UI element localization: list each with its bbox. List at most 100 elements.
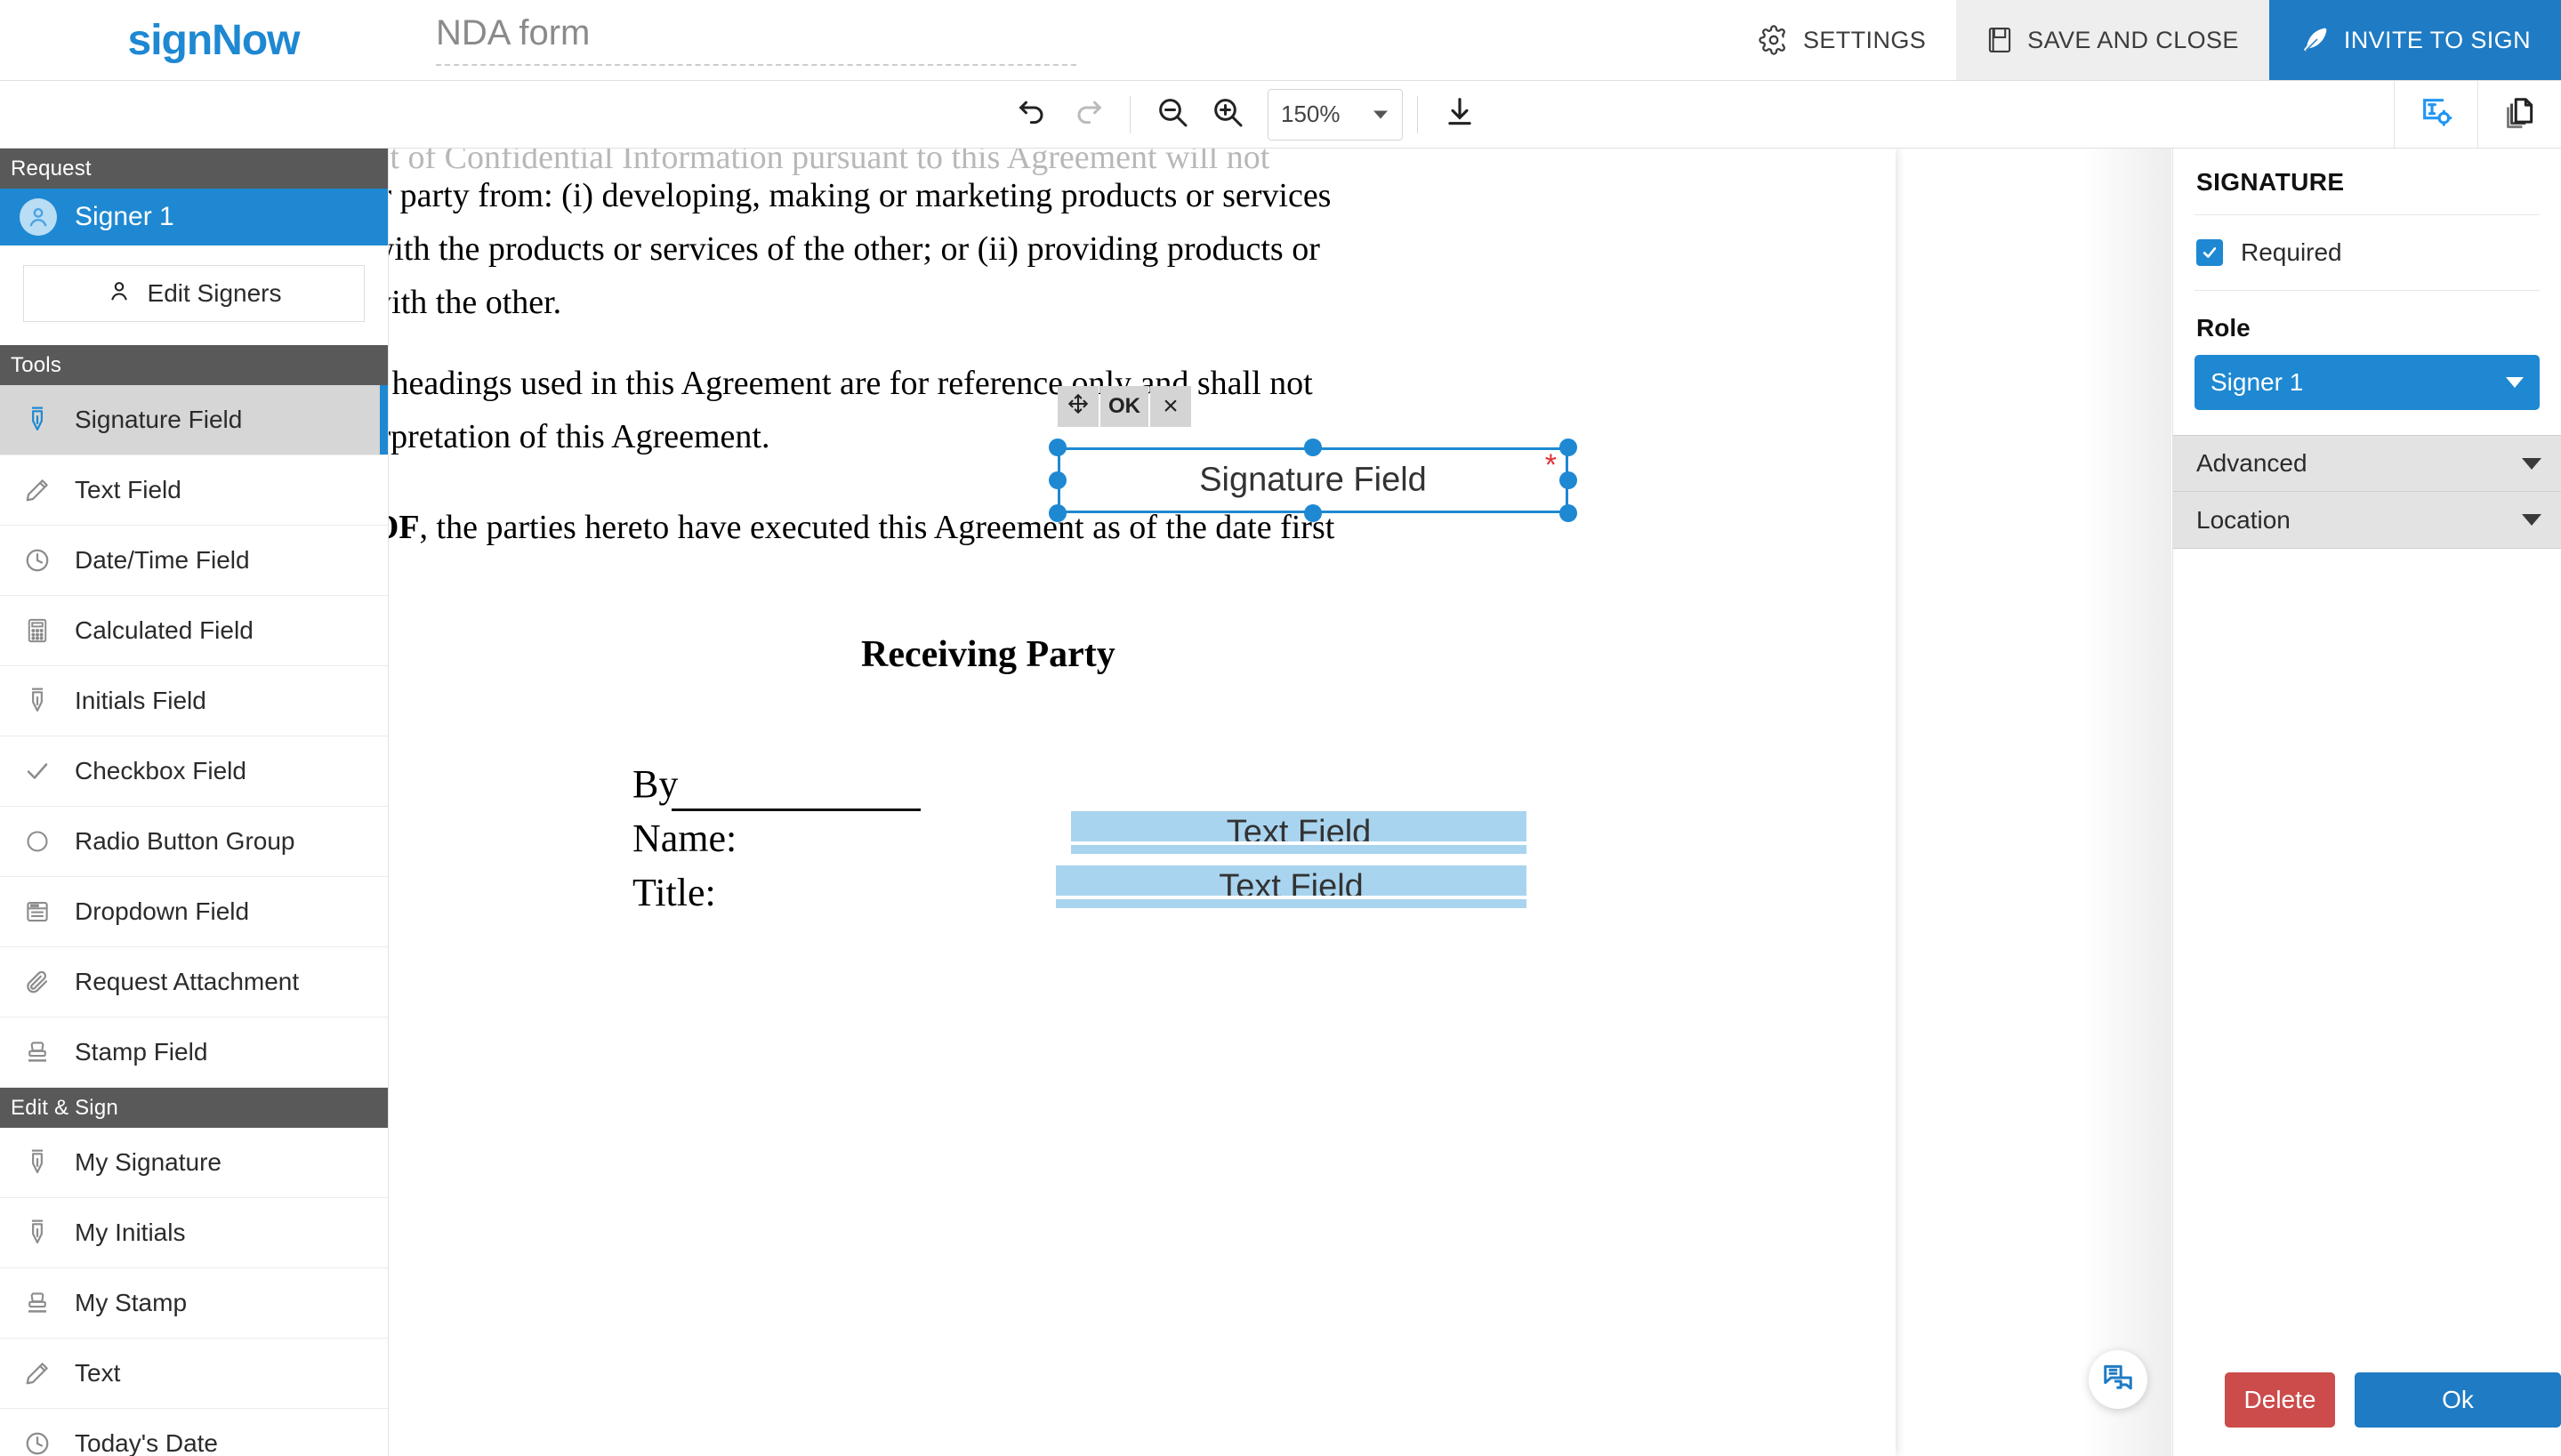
- delete-button[interactable]: Delete: [2225, 1372, 2335, 1428]
- tool-todays-date[interactable]: Today's Date: [0, 1409, 388, 1456]
- save-and-close-button[interactable]: SAVE AND CLOSE: [1956, 0, 2269, 80]
- field-ok-button[interactable]: OK: [1100, 386, 1148, 427]
- required-checkbox-row[interactable]: Required: [2173, 215, 2561, 290]
- doc-by-rule: [672, 808, 921, 811]
- signnow-logo[interactable]: sign Now: [0, 0, 427, 80]
- field-close-button[interactable]: ×: [1150, 386, 1191, 427]
- text-field-title[interactable]: Text Field: [1056, 865, 1526, 908]
- document-title-input[interactable]: NDA form: [436, 14, 1076, 66]
- download-button[interactable]: [1432, 87, 1487, 142]
- text-field-underline-2: [1056, 896, 1526, 899]
- chevron-down-icon: [2506, 377, 2524, 388]
- check-icon: [20, 758, 55, 784]
- tool-stamp-field[interactable]: Stamp Field: [0, 1018, 388, 1088]
- required-checkbox[interactable]: [2196, 239, 2223, 266]
- tool-label: Request Attachment: [75, 968, 300, 995]
- invite-to-sign-button[interactable]: INVITE TO SIGN: [2268, 0, 2561, 80]
- document-page: The receipt of Confidential Information …: [197, 149, 1896, 1456]
- pen-nib-icon: [20, 1218, 55, 1248]
- text-field-name[interactable]: Text Field: [1071, 811, 1526, 854]
- tools-sidebar: Request Signer 1 Edit Signers Tools Sign…: [0, 149, 389, 1456]
- resize-handle-ne[interactable]: [1559, 438, 1577, 456]
- settings-label: SETTINGS: [1802, 26, 1927, 53]
- tool-text-field[interactable]: Text Field: [0, 455, 388, 526]
- edit-signers-button[interactable]: Edit Signers: [23, 265, 365, 322]
- redo-button[interactable]: [1060, 87, 1115, 142]
- doc-witness-rest: , the parties hereto have executed this …: [419, 509, 1335, 546]
- signnow-editor: sign Now NDA form SETTINGS SAVE AND CLOS…: [0, 0, 2561, 1456]
- text-field-label-2: Text Field: [1219, 867, 1364, 905]
- accordion-advanced[interactable]: Advanced: [2173, 435, 2561, 492]
- sidebar-section-tools: Tools: [0, 345, 388, 385]
- tool-initials-field[interactable]: Initials Field: [0, 666, 388, 736]
- doc-title-label: Title:: [632, 871, 716, 914]
- resize-handle-e[interactable]: [1559, 471, 1577, 489]
- move-icon: [1067, 392, 1090, 421]
- header-spacer: [1085, 0, 1728, 80]
- text-field-underline: [1071, 841, 1526, 845]
- role-label: Role: [2196, 314, 2251, 342]
- logo-text-sign: sign: [127, 16, 213, 64]
- resize-handle-w[interactable]: [1049, 471, 1067, 489]
- dropdown-list-icon: [20, 898, 55, 925]
- sidebar-section-edit-sign: Edit & Sign: [0, 1088, 388, 1128]
- accordion-label: Advanced: [2196, 449, 2307, 477]
- tool-my-stamp[interactable]: My Stamp: [0, 1268, 388, 1339]
- tool-label: Text Field: [75, 476, 181, 503]
- resize-handle-nw[interactable]: [1049, 438, 1067, 456]
- toolbar-right-group: [2394, 81, 2561, 148]
- save-label: SAVE AND CLOSE: [2027, 26, 2239, 53]
- undo-icon: [1015, 94, 1051, 134]
- pen-nib-icon: [20, 1147, 55, 1178]
- pen-nib-icon: [20, 686, 55, 716]
- undo-button[interactable]: [1005, 87, 1060, 142]
- resize-handle-s[interactable]: [1304, 504, 1322, 522]
- paperclip-icon: [20, 969, 55, 995]
- toolbar-divider-2: [1417, 95, 1418, 133]
- tool-my-signature[interactable]: My Signature: [0, 1128, 388, 1198]
- move-field-handle[interactable]: [1058, 386, 1099, 427]
- tool-request-attachment[interactable]: Request Attachment: [0, 947, 388, 1018]
- toolbar-divider: [1130, 95, 1131, 133]
- tool-checkbox-field[interactable]: Checkbox Field: [0, 736, 388, 807]
- save-disk-icon: [1986, 26, 2013, 54]
- zoom-out-button[interactable]: [1145, 87, 1200, 142]
- accordion-label: Location: [2196, 505, 2291, 534]
- resize-handle-se[interactable]: [1559, 504, 1577, 522]
- chevron-down-icon: [2522, 457, 2541, 470]
- tool-signature-field[interactable]: Signature Field: [0, 385, 388, 455]
- resize-handle-n[interactable]: [1304, 438, 1322, 456]
- chevron-down-icon: [1373, 110, 1388, 118]
- tool-my-initials[interactable]: My Initials: [0, 1198, 388, 1268]
- sidebar-item-signer-1[interactable]: Signer 1: [0, 189, 388, 245]
- zoom-out-icon: [1155, 94, 1190, 134]
- document-toolbar: 150%: [0, 81, 2561, 149]
- stamp-icon: [20, 1039, 55, 1066]
- resize-handle-sw[interactable]: [1049, 504, 1067, 522]
- settings-button[interactable]: SETTINGS: [1727, 0, 1957, 80]
- tool-text[interactable]: Text: [0, 1339, 388, 1409]
- zoom-level-value: 150%: [1281, 101, 1341, 127]
- zoom-in-button[interactable]: [1200, 87, 1255, 142]
- tool-dropdown-field[interactable]: Dropdown Field: [0, 877, 388, 947]
- user-icon: [107, 278, 132, 310]
- doc-name-label: Name:: [632, 816, 737, 860]
- pages-copy-icon: [2503, 95, 2537, 133]
- zoom-level-select[interactable]: 150%: [1268, 88, 1403, 141]
- accordion-location[interactable]: Location: [2173, 492, 2561, 549]
- edit-signers-wrap: Edit Signers: [0, 245, 388, 345]
- properties-gap: [2173, 410, 2561, 435]
- pages-button[interactable]: [2477, 81, 2561, 148]
- field-settings-button[interactable]: [2394, 81, 2477, 148]
- tool-calculated-field[interactable]: Calculated Field: [0, 596, 388, 666]
- redo-icon: [1070, 94, 1106, 134]
- signature-field-widget[interactable]: * Signature Field: [1058, 447, 1568, 513]
- properties-footer: Delete Ok: [2173, 1343, 2561, 1456]
- role-select[interactable]: Signer 1: [2195, 355, 2540, 410]
- chat-support-button[interactable]: [2089, 1350, 2147, 1409]
- tool-datetime-field[interactable]: Date/Time Field: [0, 526, 388, 596]
- ok-button[interactable]: Ok: [2355, 1372, 2561, 1428]
- tool-radio-button-group[interactable]: Radio Button Group: [0, 807, 388, 877]
- chat-bubble-icon: [2101, 1361, 2135, 1399]
- field-settings-icon: [2419, 94, 2454, 134]
